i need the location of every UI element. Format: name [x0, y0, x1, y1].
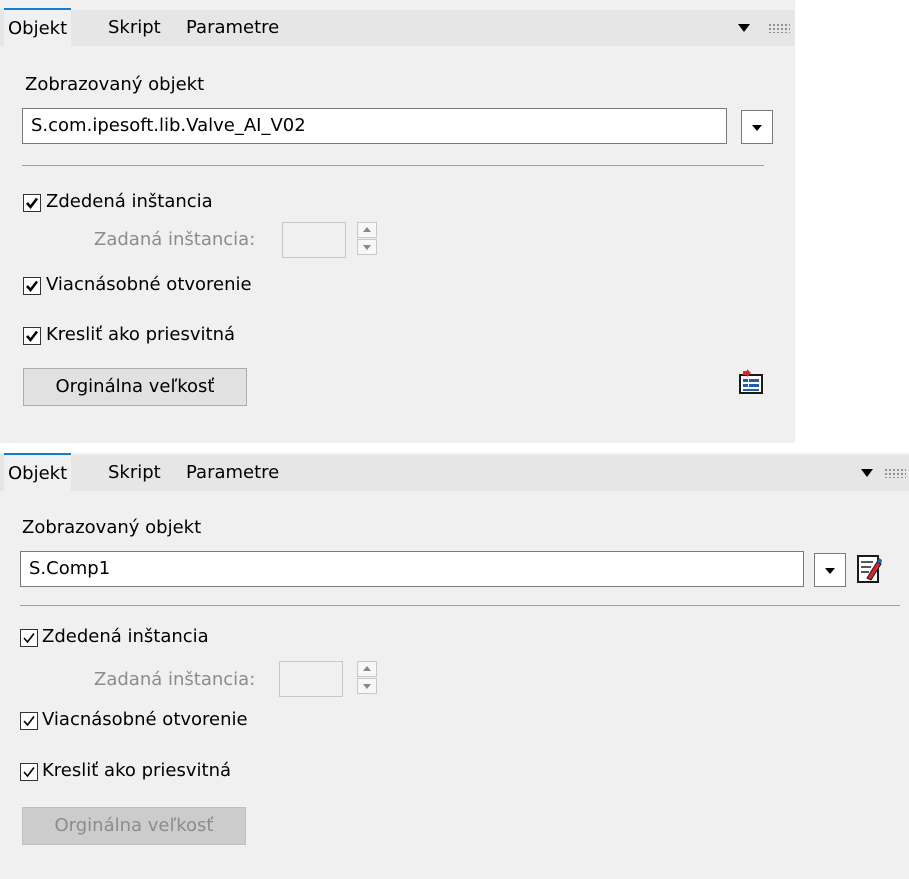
- original-size-button[interactable]: Orginálna veľkosť: [22, 807, 246, 845]
- checkmark-icon: [26, 197, 39, 210]
- tab-parametre[interactable]: Parametre: [186, 10, 279, 46]
- object-panel-2: Objekt Skript Parametre Zobrazovaný obje…: [0, 453, 909, 879]
- spin-up-icon[interactable]: [357, 222, 377, 238]
- spin-down-icon[interactable]: [357, 678, 377, 694]
- grip-icon[interactable]: [884, 468, 906, 478]
- tab-bar: Objekt Skript Parametre: [0, 8, 795, 48]
- dropdown-arrow-icon[interactable]: [741, 110, 773, 144]
- properties-icon[interactable]: [737, 369, 765, 397]
- checkmark-icon: [26, 330, 39, 343]
- multiple-open-checkbox[interactable]: [23, 277, 41, 295]
- draw-transparent-label: Kresliť ako priesvitná: [42, 760, 232, 781]
- tab-skript[interactable]: Skript: [108, 10, 161, 46]
- multiple-open-checkbox[interactable]: [20, 712, 38, 730]
- multiple-open-label: Viacnásobné otvorenie: [42, 709, 248, 730]
- inherited-instance-label: Zdedená inštancia: [46, 191, 213, 212]
- tab-bar: Objekt Skript Parametre: [0, 453, 909, 493]
- object-label: Zobrazovaný objekt: [22, 517, 202, 538]
- draw-transparent-checkbox[interactable]: [23, 327, 41, 345]
- checkmark-icon: [23, 767, 35, 778]
- object-input[interactable]: S.Comp1: [20, 551, 804, 587]
- panel-menu-arrow-icon[interactable]: [738, 24, 750, 32]
- draw-transparent-checkbox[interactable]: [20, 763, 38, 781]
- object-label: Zobrazovaný objekt: [25, 74, 205, 95]
- tab-parametre[interactable]: Parametre: [186, 455, 279, 491]
- separator: [20, 605, 900, 606]
- panel-menu-arrow-icon[interactable]: [861, 469, 873, 477]
- dropdown-arrow-icon[interactable]: [814, 553, 846, 587]
- checkmark-icon: [26, 280, 39, 293]
- separator: [22, 165, 764, 166]
- original-size-button[interactable]: Orginálna veľkosť: [23, 368, 247, 406]
- multiple-open-label: Viacnásobné otvorenie: [46, 274, 252, 295]
- given-instance-input[interactable]: [279, 661, 343, 697]
- edit-document-icon[interactable]: [855, 554, 883, 583]
- object-panel-1: Objekt Skript Parametre Zobrazovaný obje…: [0, 0, 795, 443]
- tab-objekt[interactable]: Objekt: [4, 8, 72, 48]
- grip-icon[interactable]: [768, 23, 790, 33]
- given-instance-label: Zadaná inštancia:: [94, 669, 256, 690]
- given-instance-input[interactable]: [282, 222, 346, 258]
- inherited-instance-checkbox[interactable]: [23, 194, 41, 212]
- spin-down-icon[interactable]: [357, 239, 377, 255]
- object-input[interactable]: S.com.ipesoft.lib.Valve_AI_V02: [22, 108, 727, 144]
- tab-objekt[interactable]: Objekt: [4, 453, 72, 493]
- checkmark-icon: [23, 716, 35, 727]
- tab-skript[interactable]: Skript: [108, 455, 161, 491]
- draw-transparent-label: Kresliť ako priesvitná: [46, 324, 236, 345]
- inherited-instance-label: Zdedená inštancia: [42, 626, 209, 647]
- inherited-instance-checkbox[interactable]: [20, 629, 38, 647]
- checkmark-icon: [23, 633, 35, 644]
- spin-up-icon[interactable]: [357, 661, 377, 677]
- given-instance-label: Zadaná inštancia:: [94, 229, 256, 250]
